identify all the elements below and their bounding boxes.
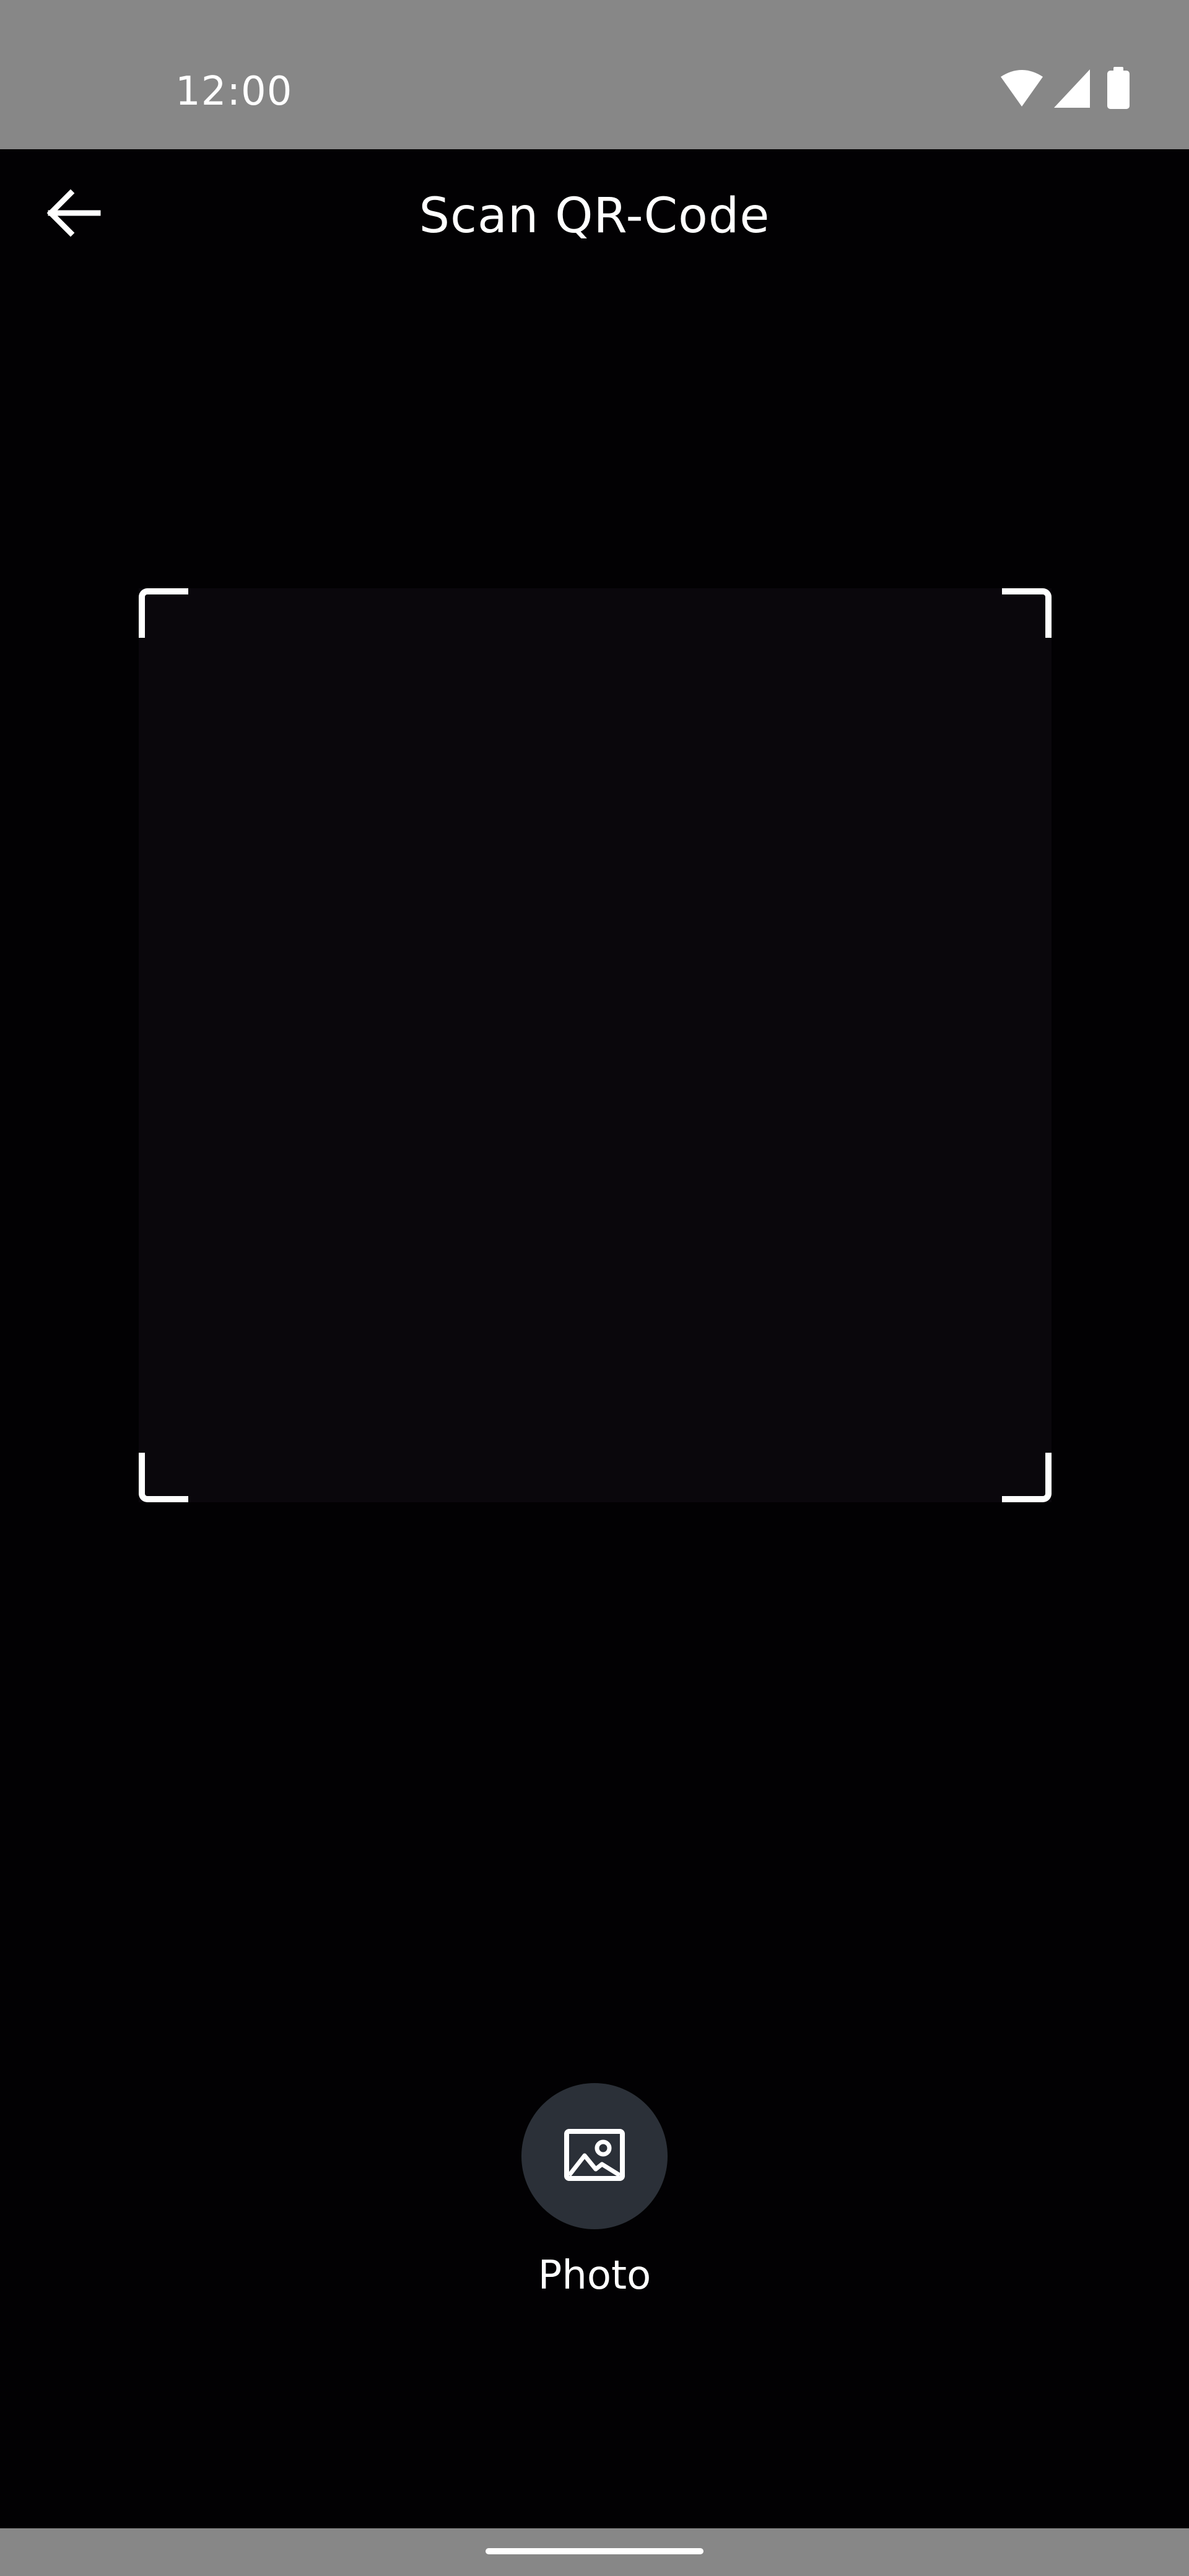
status-time: 12:00 — [175, 69, 293, 115]
image-icon — [564, 2128, 625, 2184]
battery-icon — [1106, 67, 1131, 110]
signal-icon — [1053, 67, 1091, 109]
photo-button[interactable] — [521, 2083, 668, 2229]
frame-corner-top-right — [1002, 588, 1052, 638]
page-title: Scan QR-Code — [419, 188, 770, 244]
wifi-icon — [1000, 67, 1044, 109]
scanner-viewfinder — [139, 588, 1052, 1502]
photo-label: Photo — [538, 2253, 651, 2299]
qr-scanner-screen: 12:00 Scan QR-Code Photo — [0, 0, 1189, 2576]
app-bar: Scan QR-Code — [0, 149, 1189, 285]
status-bar: 12:00 — [0, 0, 1189, 149]
frame-corner-bottom-left — [139, 1453, 188, 1502]
frame-corner-top-left — [139, 588, 188, 638]
home-handle[interactable] — [486, 2548, 703, 2554]
frame-corner-bottom-right — [1002, 1453, 1052, 1502]
navigation-bar — [0, 2528, 1189, 2576]
